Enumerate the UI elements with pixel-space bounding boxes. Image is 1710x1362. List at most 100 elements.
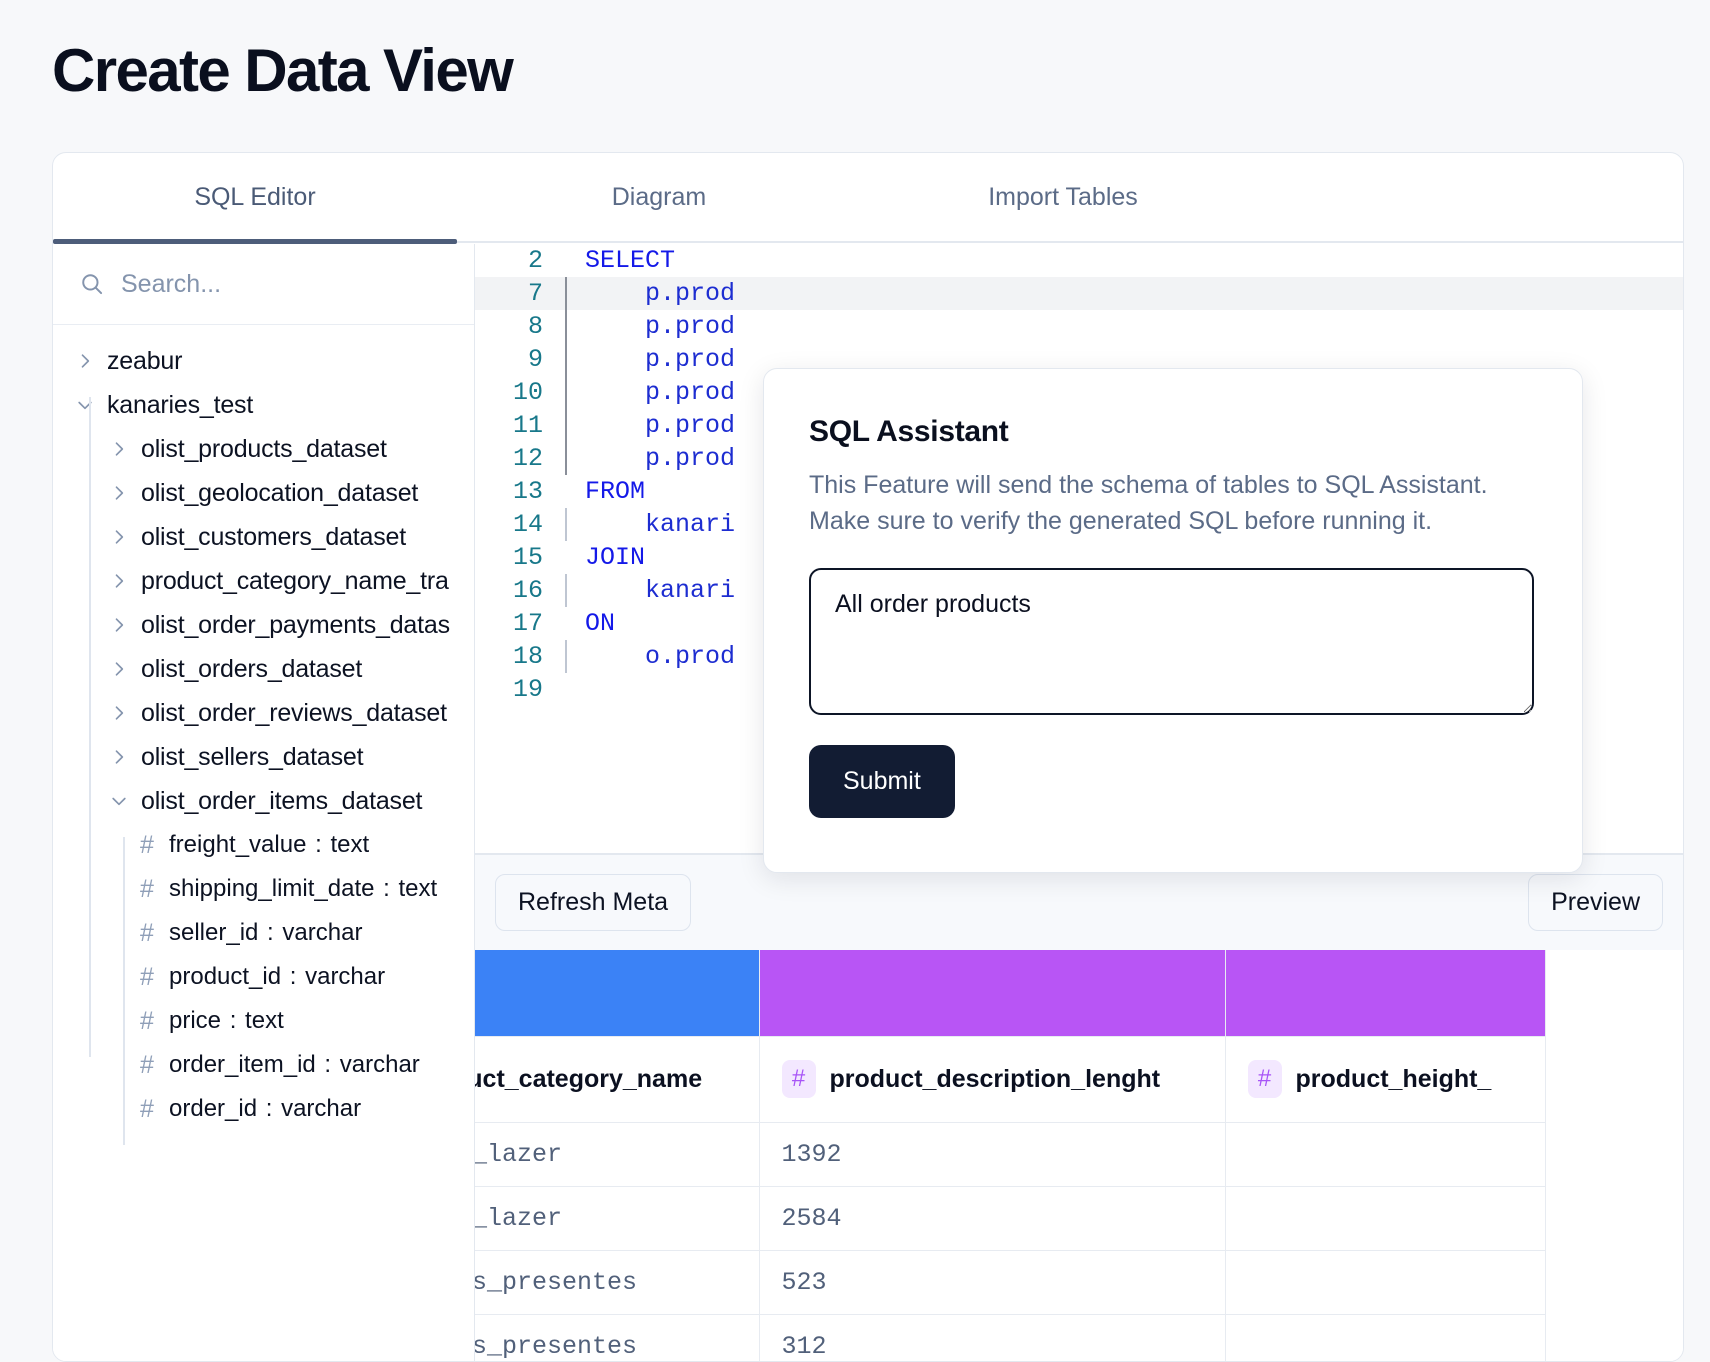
tree-node-label: olist_customers_dataset bbox=[141, 522, 406, 551]
code-line[interactable]: 2 SELECT bbox=[475, 244, 1683, 277]
tab-sql-editor[interactable]: SQL Editor bbox=[53, 153, 457, 241]
table-cell: 523 bbox=[759, 1250, 1226, 1315]
tree-node-label: olist_order_payments_datas bbox=[141, 610, 450, 639]
tree-column-label: price : text bbox=[169, 1007, 284, 1034]
tree-guide-line bbox=[123, 837, 125, 1145]
code-text: SELECT bbox=[585, 246, 676, 275]
results-table: roduct_category_name # product_description… bbox=[475, 950, 1546, 1361]
tree-column-shipping_limit_date[interactable]: # shipping_limit_date : text bbox=[53, 867, 474, 911]
code-text: p.prod bbox=[585, 411, 736, 440]
tree-guide-line bbox=[89, 397, 91, 1057]
column-header[interactable]: # product_description_lenght bbox=[759, 1036, 1226, 1123]
code-text: p.prod bbox=[585, 444, 736, 473]
sql-assistant-description: This Feature will send the schema of tab… bbox=[809, 471, 1488, 536]
tree-node-product_category_name_tra[interactable]: product_category_name_tra bbox=[53, 559, 474, 603]
tree-node-olist_geolocation_dataset[interactable]: olist_geolocation_dataset bbox=[53, 471, 474, 515]
tree-column-price[interactable]: # price : text bbox=[53, 999, 474, 1043]
column-header[interactable]: # product_height_ bbox=[1225, 1036, 1546, 1123]
line-number: 9 bbox=[527, 345, 543, 374]
tree-column-label: shipping_limit_date : text bbox=[169, 875, 438, 902]
chevron-right-icon[interactable] bbox=[109, 703, 129, 723]
line-number: 12 bbox=[512, 444, 543, 473]
tree-node-olist_products_dataset[interactable]: olist_products_dataset bbox=[53, 427, 474, 471]
table-cell: 1392 bbox=[759, 1122, 1226, 1187]
table-cell: 2584 bbox=[759, 1186, 1226, 1251]
tree-node-kanaries_test[interactable]: kanaries_test bbox=[53, 383, 474, 427]
hash-icon: # bbox=[140, 1006, 154, 1035]
line-number: 19 bbox=[512, 675, 543, 704]
tree-column-label: order_id : varchar bbox=[169, 1095, 362, 1122]
hash-icon: # bbox=[781, 1060, 816, 1098]
chevron-right-icon[interactable] bbox=[109, 615, 129, 635]
sql-assistant-submit-button[interactable]: Submit bbox=[809, 744, 955, 818]
tree-node-olist_order_payments_datas[interactable]: olist_order_payments_datas bbox=[53, 603, 474, 647]
tree-column-order_id[interactable]: # order_id : varchar bbox=[53, 1087, 474, 1131]
tree-column-label: freight_value : text bbox=[169, 831, 370, 858]
code-line[interactable]: 8 p.prod bbox=[475, 310, 1683, 343]
sql-assistant-modal: SQL Assistant This Feature will send the… bbox=[763, 368, 1583, 873]
refresh-meta-button[interactable]: Refresh Meta bbox=[495, 874, 692, 931]
table-cell: gios_presentes bbox=[475, 1250, 760, 1315]
tree-node-label: olist_order_reviews_dataset bbox=[141, 698, 447, 727]
code-text: kanari bbox=[585, 576, 736, 605]
tree-column-label: product_id : varchar bbox=[169, 963, 386, 990]
line-number: 10 bbox=[512, 378, 543, 407]
tree-node-olist_sellers_dataset[interactable]: olist_sellers_dataset bbox=[53, 735, 474, 779]
hash-icon: # bbox=[140, 1094, 154, 1123]
line-number: 16 bbox=[512, 576, 543, 605]
column-accent-bar bbox=[1225, 950, 1546, 1037]
line-number: 14 bbox=[512, 510, 543, 539]
tree-column-seller_id[interactable]: # seller_id : varchar bbox=[53, 911, 474, 955]
line-number: 8 bbox=[527, 312, 543, 341]
tree-node-label: olist_sellers_dataset bbox=[141, 742, 364, 771]
tree-node-label: olist_products_dataset bbox=[141, 434, 387, 463]
tab-bar: SQL Editor Diagram Import Tables bbox=[53, 153, 1683, 241]
tree-column-label: order_item_id : varchar bbox=[169, 1051, 420, 1078]
table-row[interactable]: gios_presentes523 bbox=[475, 1250, 1546, 1315]
code-line[interactable]: 7 p.prod bbox=[475, 277, 1683, 310]
table-cell: rte_lazer bbox=[475, 1186, 760, 1251]
tree-column-freight_value[interactable]: # freight_value : text bbox=[53, 823, 474, 867]
table-row[interactable]: gios_presentes312 bbox=[475, 1314, 1546, 1361]
results-table-wrapper[interactable]: roduct_category_name # product_description… bbox=[475, 950, 1683, 1361]
chevron-right-icon[interactable] bbox=[109, 659, 129, 679]
chevron-down-icon[interactable] bbox=[109, 791, 129, 811]
tree-node-label: olist_order_items_dataset bbox=[141, 786, 423, 815]
code-text: p.prod bbox=[585, 378, 736, 407]
sql-assistant-title: SQL Assistant bbox=[809, 415, 1009, 448]
table-row[interactable]: rte_lazer1392 bbox=[475, 1122, 1546, 1187]
column-header-label: roduct_category_name bbox=[475, 1064, 703, 1093]
chevron-right-icon[interactable] bbox=[109, 747, 129, 767]
tree-node-olist_order_items_dataset[interactable]: olist_order_items_dataset bbox=[53, 779, 474, 823]
code-text: kanari bbox=[585, 510, 736, 539]
chevron-right-icon[interactable] bbox=[109, 571, 129, 591]
preview-button[interactable]: Preview bbox=[1528, 874, 1663, 931]
tree-node-olist_orders_dataset[interactable]: olist_orders_dataset bbox=[53, 647, 474, 691]
table-cell: 312 bbox=[759, 1314, 1226, 1361]
table-cell bbox=[1225, 1186, 1546, 1251]
code-text: p.prod bbox=[585, 345, 736, 374]
search-input[interactable] bbox=[121, 269, 448, 299]
tree-node-zeabur[interactable]: zeabur bbox=[53, 339, 474, 383]
line-number: 11 bbox=[512, 411, 543, 440]
hash-icon: # bbox=[140, 918, 154, 947]
search-icon bbox=[82, 274, 103, 295]
tree-node-olist_order_reviews_dataset[interactable]: olist_order_reviews_dataset bbox=[53, 691, 474, 735]
tree-node-label: product_category_name_tra bbox=[141, 566, 449, 595]
chevron-right-icon[interactable] bbox=[109, 439, 129, 459]
tree-column-product_id[interactable]: # product_id : varchar bbox=[53, 955, 474, 999]
table-row[interactable]: rte_lazer2584 bbox=[475, 1186, 1546, 1251]
chevron-right-icon[interactable] bbox=[109, 483, 129, 503]
tree-node-label: olist_orders_dataset bbox=[141, 654, 363, 683]
line-number: 13 bbox=[512, 477, 543, 506]
tab-diagram[interactable]: Diagram bbox=[457, 153, 861, 241]
column-header[interactable]: roduct_category_name bbox=[475, 1036, 760, 1123]
line-number: 17 bbox=[512, 609, 543, 638]
chevron-right-icon[interactable] bbox=[75, 351, 95, 371]
tree-column-order_item_id[interactable]: # order_item_id : varchar bbox=[53, 1043, 474, 1087]
chevron-right-icon[interactable] bbox=[109, 527, 129, 547]
tab-import-tables[interactable]: Import Tables bbox=[861, 153, 1265, 241]
sql-assistant-prompt-input[interactable] bbox=[809, 567, 1534, 715]
chevron-down-icon[interactable] bbox=[75, 395, 95, 415]
tree-node-olist_customers_dataset[interactable]: olist_customers_dataset bbox=[53, 515, 474, 559]
